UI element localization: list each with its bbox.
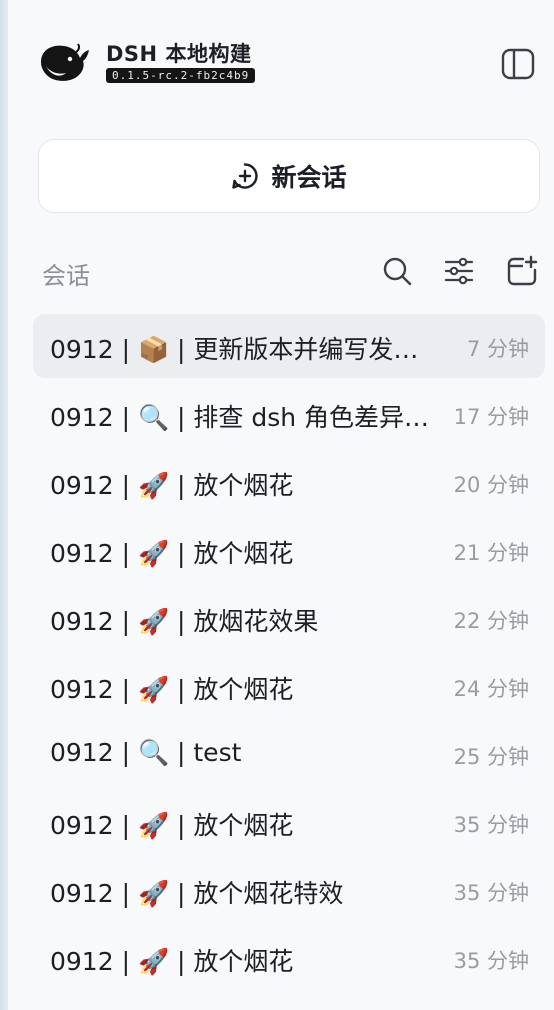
session-time: 17 分钟 [453,405,529,429]
new-folder-button[interactable] [503,252,541,290]
session-row[interactable]: 0912 | 🚀 | 放个烟花 35 分钟 [33,790,545,854]
version-badge: 0.1.5-rc.2-fb2c4b9 [106,68,256,83]
new-chat-button[interactable]: 新会话 [38,139,540,213]
session-title: 0912 | 🚀 | 放个烟花 [50,947,294,976]
whale-logo-icon [38,40,92,84]
session-time: 35 分钟 [453,813,529,837]
session-row[interactable]: 0912 | 🚀 | 放个烟花 21 分钟 [33,518,545,582]
sidebar-toggle-button[interactable] [500,46,536,82]
session-row[interactable]: 0912 | 🔍 | test 25 分钟 [33,722,545,786]
session-time: 35 分钟 [453,881,529,905]
session-title: 0912 | 🚀 | 放个烟花特效 [50,879,344,908]
session-title: 0912 | 🔍 | test [50,738,242,767]
session-time: 22 分钟 [453,609,529,633]
sidebar: DSH 本地构建 0.1.5-rc.2-fb2c4b9 新会话 会话 0912 … [8,0,554,1010]
session-title: 0912 | 🚀 | 放个烟花 [50,675,294,704]
filter-sliders-icon [444,257,474,285]
session-time: 20 分钟 [453,473,529,497]
session-title: 0912 | 🚀 | 放个烟花 [50,539,294,568]
session-row[interactable]: 0912 | 🚀 | 放个烟花 24 分钟 [33,654,545,718]
filter-button[interactable] [440,252,478,290]
session-title: 0912 | 📦 | 更新版本并编写发布说明 [50,335,435,364]
new-chat-label: 新会话 [271,163,347,192]
session-time: 25 分钟 [453,745,529,769]
sidebar-header: DSH 本地构建 0.1.5-rc.2-fb2c4b9 [38,36,548,96]
session-time: 24 分钟 [453,677,529,701]
session-row[interactable]: 0912 | 🔍 | 排查 dsh 角色差异问题 17 分钟 [33,382,545,446]
session-row[interactable]: 0912 | 🚀 | 放个烟花 35 分钟 [33,926,545,990]
session-title: 0912 | 🚀 | 放个烟花 [50,471,294,500]
session-row[interactable]: 0912 | 📦 | 更新版本并编写发布说明 7 分钟 [33,314,545,378]
session-title: 0912 | 🚀 | 放烟花效果 [50,607,319,636]
app-title: DSH 本地构建 [106,42,252,66]
session-row[interactable]: 0912 | 🚀 | 放烟花效果 22 分钟 [33,586,545,650]
session-time: 35 分钟 [453,949,529,973]
window-edge [0,0,8,1010]
plus-circle-icon [231,162,259,190]
sessions-header: 会话 [42,250,542,294]
new-folder-plus-icon [507,255,538,286]
session-row[interactable]: 0912 | 🚀 | 放个烟花 20 分钟 [33,450,545,514]
search-button[interactable] [378,252,416,290]
sessions-title: 会话 [42,262,90,290]
session-title: 0912 | 🚀 | 放个烟花 [50,811,294,840]
search-icon [383,257,412,286]
session-time: 21 分钟 [453,541,529,565]
session-list: 0912 | 📦 | 更新版本并编写发布说明 7 分钟 0912 | 🔍 | 排查 … [33,314,545,994]
sidebar-toggle-icon [501,48,535,80]
session-time: 7 分钟 [466,337,529,361]
session-row[interactable]: 0912 | 🚀 | 放个烟花特效 35 分钟 [33,858,545,922]
session-title: 0912 | 🔍 | 排查 dsh 角色差异问题 [50,403,435,432]
